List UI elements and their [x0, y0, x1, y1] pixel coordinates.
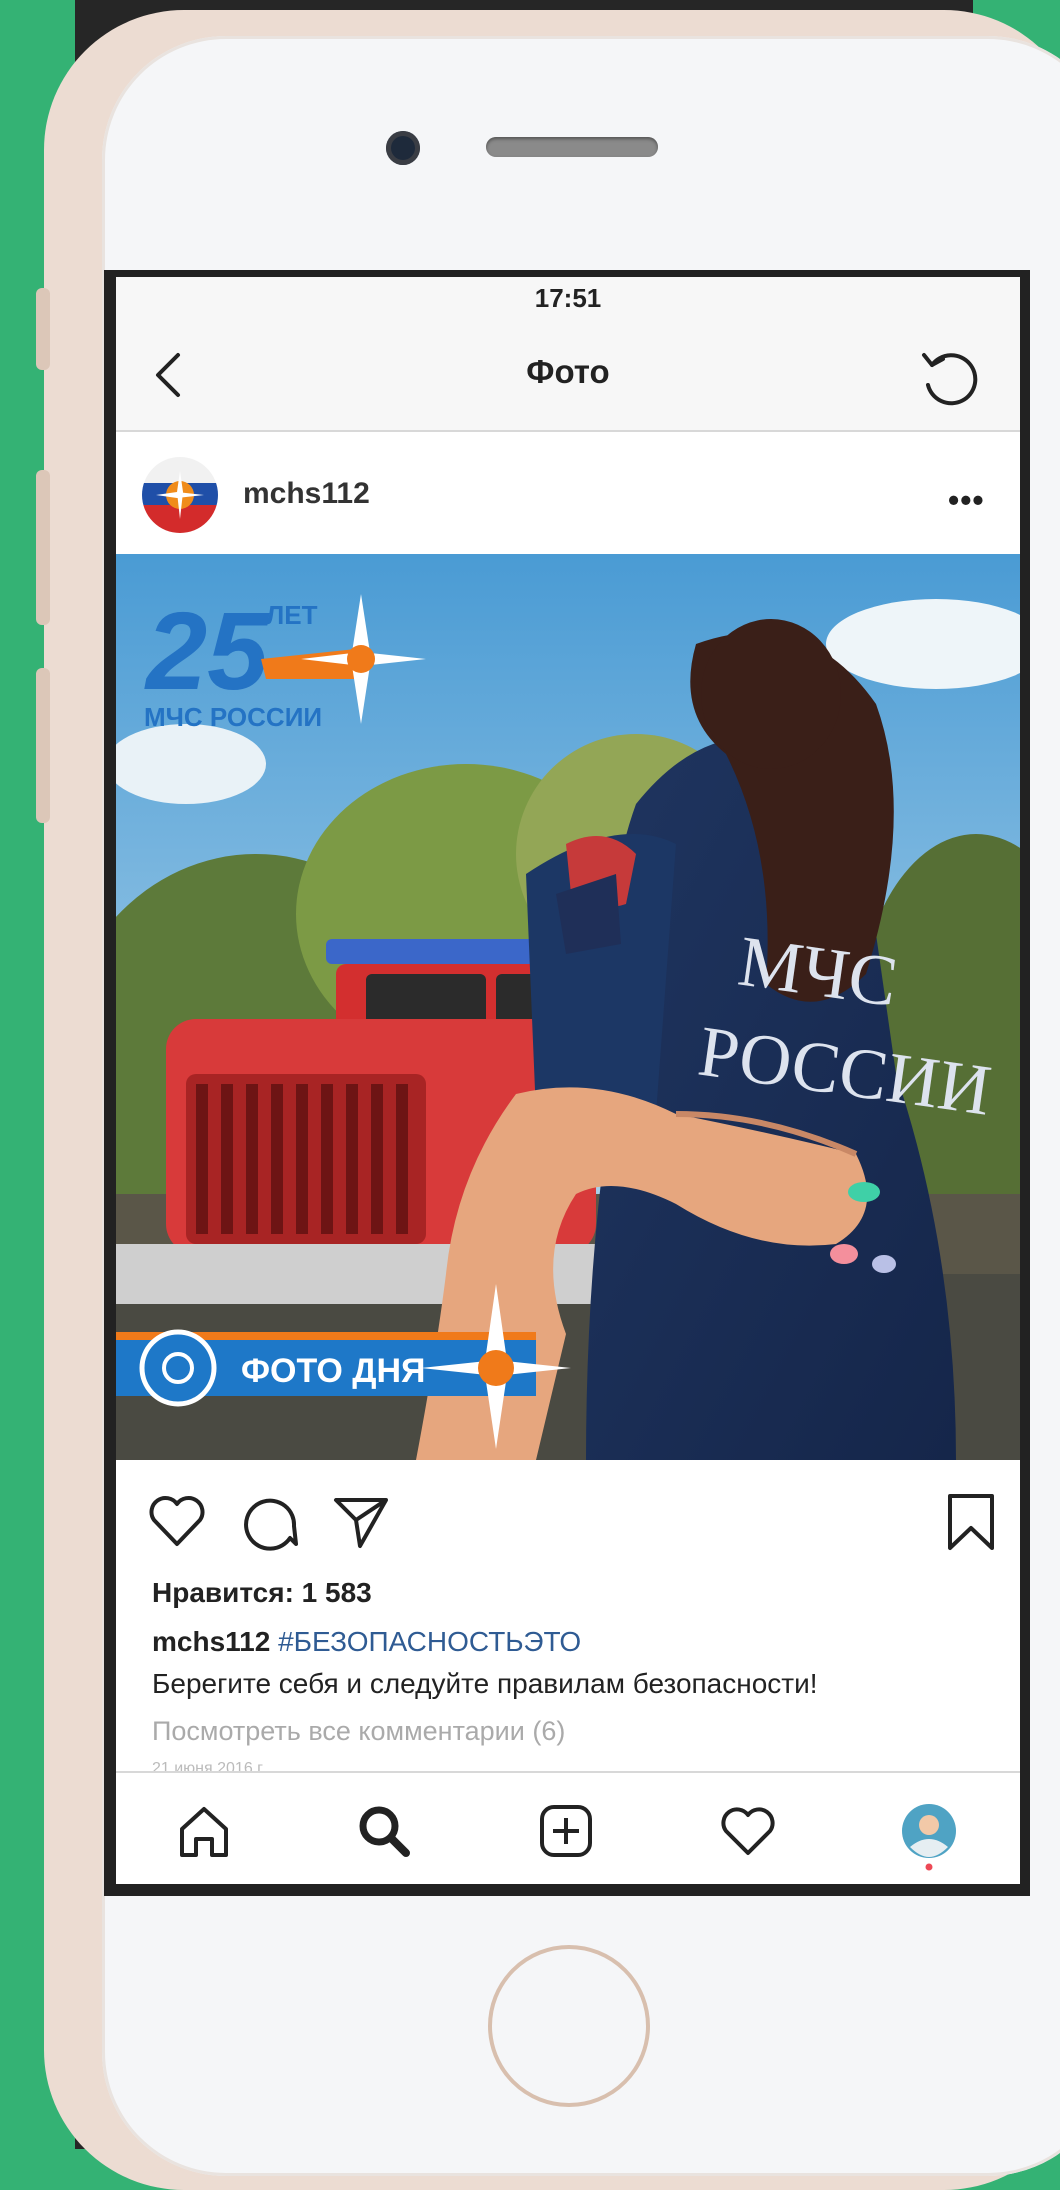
post-header: mchs112 •••	[116, 432, 1020, 552]
status-time: 17:51	[534, 283, 602, 313]
caption-text: Берегите себя и следуйте правилам безопа…	[152, 1668, 818, 1699]
profile-icon[interactable]	[898, 1801, 960, 1871]
more-icon[interactable]: •••	[948, 482, 985, 519]
caption: mchs112 #БЕЗОПАСНОСТЬЭТО	[152, 1626, 581, 1658]
comment-icon[interactable]	[238, 1490, 300, 1552]
banner-text: ФОТО ДНЯ	[241, 1352, 426, 1390]
front-camera	[386, 131, 420, 165]
likes-count[interactable]: Нравится: 1 583	[152, 1577, 372, 1609]
add-icon[interactable]	[536, 1801, 596, 1861]
badge-years: 25	[144, 590, 270, 713]
search-icon[interactable]	[354, 1801, 414, 1861]
post-photo[interactable]: МЧС РОССИИ 25 ЛЕТ МЧС РОССИИ ФОТО ДНЯ	[116, 554, 1020, 1460]
activity-icon[interactable]	[718, 1801, 778, 1861]
heart-icon[interactable]	[146, 1490, 208, 1552]
nav-bar: Фото	[116, 319, 1020, 432]
caption-username[interactable]: mchs112	[152, 1626, 270, 1657]
post-actions	[116, 1460, 1020, 1570]
post-username[interactable]: mchs112	[243, 477, 370, 511]
share-icon[interactable]	[330, 1490, 392, 1552]
earpiece-speaker	[486, 137, 658, 157]
tab-bar	[116, 1771, 1020, 1884]
badge-let: ЛЕТ	[266, 600, 318, 630]
caption-hashtag[interactable]: #БЕЗОПАСНОСТЬЭТО	[278, 1626, 581, 1657]
status-bar: 17:51	[116, 277, 1020, 319]
home-icon[interactable]	[174, 1801, 234, 1861]
volume-down-button	[36, 668, 50, 823]
mute-switch	[36, 288, 50, 370]
badge-org: МЧС РОССИИ	[144, 702, 322, 732]
bookmark-icon[interactable]	[940, 1490, 1002, 1552]
page-title: Фото	[526, 353, 610, 390]
volume-up-button	[36, 470, 50, 625]
refresh-icon[interactable]	[918, 347, 980, 409]
avatar[interactable]	[142, 457, 218, 533]
view-comments-link[interactable]: Посмотреть все комментарии (6)	[152, 1716, 565, 1747]
home-button[interactable]	[488, 1945, 650, 2107]
app-screen: 17:51 Фото mchs112 ••• МЧС РОССИИ 25 ЛЕТ…	[116, 277, 1020, 1884]
